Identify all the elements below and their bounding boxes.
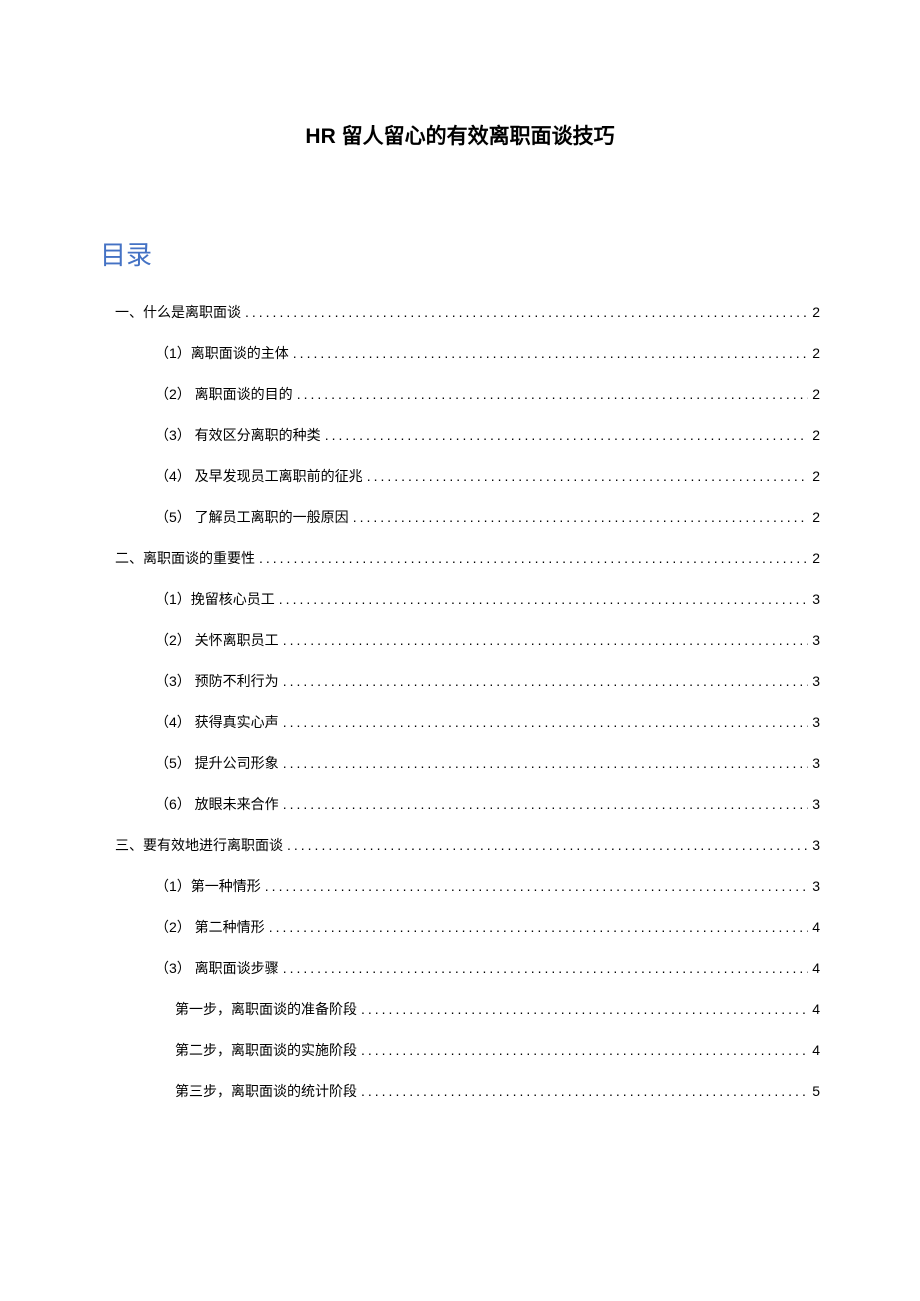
toc-entry-text: 第二步，离职面谈的实施阶段 [175,1040,357,1060]
toc-dots [283,960,809,976]
toc-entry-text: （4） 及早发现员工离职前的征兆 [155,466,363,486]
toc-dots [361,1001,808,1017]
document-title: HR 留人留心的有效离职面谈技巧 [100,120,820,150]
toc-dots [361,1083,808,1099]
toc-entry-text: （1）第一种情形 [155,876,261,896]
toc-dots [279,591,808,607]
toc-entry[interactable]: （5） 了解员工离职的一般原因 2 [155,507,820,527]
toc-entry-page: 3 [812,591,820,607]
toc-entry-text: （2） 离职面谈的目的 [155,384,293,404]
toc-dots [367,468,809,484]
toc-entry-page: 2 [812,550,820,566]
toc-entry-text: （6） 放眼未来合作 [155,794,279,814]
toc-entry-page: 2 [812,468,820,484]
toc-entry-page: 4 [812,919,820,935]
toc-entry[interactable]: （5） 提升公司形象 3 [155,753,820,773]
toc-entry-page: 4 [812,1001,820,1017]
toc-entry-page: 3 [812,714,820,730]
toc-entry[interactable]: 一、什么是离职面谈 2 [115,302,820,322]
toc-entry[interactable]: （3） 离职面谈步骤 4 [155,958,820,978]
toc-dots [245,304,808,320]
toc-entry-page: 3 [812,755,820,771]
toc-dots [283,673,809,689]
toc-entry[interactable]: （2） 关怀离职员工 3 [155,630,820,650]
toc-dots [283,755,809,771]
toc-dots [265,878,808,894]
toc-entry[interactable]: 三、要有效地进行离职面谈 3 [115,835,820,855]
toc-entry[interactable]: 第二步，离职面谈的实施阶段 4 [175,1040,820,1060]
toc-entry[interactable]: （4） 获得真实心声 3 [155,712,820,732]
toc-entry-text: （2） 关怀离职员工 [155,630,279,650]
toc-entry-text: （4） 获得真实心声 [155,712,279,732]
toc-dots [325,427,809,443]
toc-heading: 目录 [100,235,820,272]
toc-entry-text: 二、离职面谈的重要性 [115,548,255,568]
toc-entry-text: （5） 了解员工离职的一般原因 [155,507,349,527]
toc-entry-page: 3 [812,796,820,812]
toc-entry-page: 4 [812,960,820,976]
toc-entry-text: （1）离职面谈的主体 [155,343,289,363]
toc-entry-page: 2 [812,345,820,361]
toc-entry-text: （3） 预防不利行为 [155,671,279,691]
toc-entry-text: （5） 提升公司形象 [155,753,279,773]
toc-entry-page: 3 [812,673,820,689]
toc-entry-text: 第三步，离职面谈的统计阶段 [175,1081,357,1101]
toc-dots [353,509,809,525]
toc-dots [361,1042,808,1058]
toc-entry-page: 4 [812,1042,820,1058]
toc-entry-page: 3 [812,632,820,648]
toc-dots [283,796,809,812]
toc-entry[interactable]: （6） 放眼未来合作 3 [155,794,820,814]
toc-entry-text: （3） 有效区分离职的种类 [155,425,321,445]
toc-entry-page: 3 [812,837,820,853]
toc-entry-page: 5 [812,1083,820,1099]
toc-entry-text: 三、要有效地进行离职面谈 [115,835,283,855]
toc-entry[interactable]: （2） 离职面谈的目的 2 [155,384,820,404]
toc-entry-text: （2） 第二种情形 [155,917,265,937]
toc-entry-page: 2 [812,386,820,402]
toc-entry-text: 一、什么是离职面谈 [115,302,241,322]
toc-entry-page: 2 [812,427,820,443]
toc-entry-page: 2 [812,304,820,320]
toc-entry-page: 2 [812,509,820,525]
toc-dots [293,345,808,361]
table-of-contents: 一、什么是离职面谈2（1）离职面谈的主体2（2） 离职面谈的目的2（3） 有效区… [100,302,820,1101]
toc-entry-text: （3） 离职面谈步骤 [155,958,279,978]
toc-entry[interactable]: （3） 预防不利行为 3 [155,671,820,691]
toc-entry[interactable]: 第三步，离职面谈的统计阶段 5 [175,1081,820,1101]
toc-entry[interactable]: 第一步，离职面谈的准备阶段 4 [175,999,820,1019]
toc-entry[interactable]: （4） 及早发现员工离职前的征兆 2 [155,466,820,486]
toc-entry-text: 第一步，离职面谈的准备阶段 [175,999,357,1019]
toc-dots [259,550,808,566]
toc-dots [283,632,809,648]
toc-entry[interactable]: （3） 有效区分离职的种类 2 [155,425,820,445]
toc-entry[interactable]: 二、离职面谈的重要性 2 [115,548,820,568]
toc-dots [269,919,809,935]
toc-dots [283,714,809,730]
toc-entry[interactable]: （2） 第二种情形 4 [155,917,820,937]
toc-entry-text: （1）挽留核心员工 [155,589,275,609]
toc-entry[interactable]: （1）离职面谈的主体 2 [155,343,820,363]
toc-dots [297,386,809,402]
toc-entry[interactable]: （1）第一种情形 3 [155,876,820,896]
toc-dots [287,837,808,853]
toc-entry-page: 3 [812,878,820,894]
toc-entry[interactable]: （1）挽留核心员工 3 [155,589,820,609]
